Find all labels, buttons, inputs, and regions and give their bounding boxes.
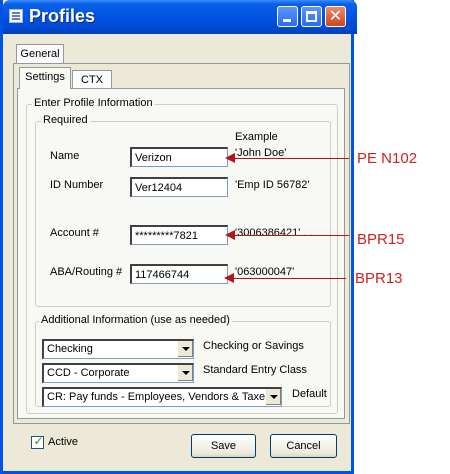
id-number-label: ID Number — [50, 179, 104, 191]
active-checkbox[interactable]: ✓ — [31, 434, 44, 449]
account-type-label: Checking or Savings — [203, 340, 304, 352]
profiles-window: Profiles ✕ General Settings CTX Enter Pr… — [0, 0, 357, 474]
id-number-example: 'Emp ID 56782' — [235, 179, 310, 191]
annotation-arrow-line — [235, 158, 349, 159]
minimize-button[interactable] — [277, 6, 298, 27]
annotation-account: BPR15 — [357, 231, 405, 248]
app-icon — [9, 9, 23, 23]
id-number-input[interactable]: Ver12404 — [130, 177, 228, 197]
tab-ctx[interactable]: CTX — [72, 70, 112, 89]
default-label: Default — [292, 388, 327, 400]
name-label: Name — [50, 150, 80, 162]
name-input[interactable]: Verizon — [130, 147, 228, 167]
checkmark-icon: ✓ — [33, 434, 44, 448]
cancel-button[interactable]: Cancel — [270, 434, 337, 458]
tab-ctx-label: CTX — [81, 74, 103, 86]
account-label: Account # — [50, 227, 99, 239]
annotation-arrow-line — [234, 278, 346, 279]
entry-class-select[interactable]: CCD - Corporate — [42, 363, 194, 383]
tab-general-label: General — [20, 48, 60, 60]
annotation-arrowhead — [224, 273, 234, 283]
maximize-button[interactable] — [301, 6, 322, 27]
active-label: Active — [48, 436, 78, 448]
annotation-arrowhead — [225, 230, 235, 240]
account-input[interactable]: *********7821 — [130, 225, 228, 245]
enter-profile-legend: Enter Profile Information — [32, 97, 155, 109]
account-example: '3006386421' . . — [235, 227, 313, 239]
annotation-arrow-line — [235, 235, 349, 236]
additional-legend: Additional Information (use as needed) — [39, 314, 232, 326]
annotation-name: PE N102 — [357, 150, 418, 167]
annotation-aba: BPR13 — [355, 270, 403, 287]
aba-label: ABA/Routing # — [50, 266, 123, 278]
chevron-down-icon[interactable] — [177, 341, 193, 357]
entry-class-label: Standard Entry Class — [203, 364, 307, 376]
aba-input[interactable]: 117466744 — [130, 264, 228, 284]
entry-class-value: CCD - Corporate — [47, 367, 130, 379]
required-legend: Required — [41, 114, 90, 126]
close-button[interactable]: ✕ — [325, 6, 346, 27]
chevron-down-icon[interactable] — [265, 389, 281, 405]
tab-settings-label: Settings — [25, 71, 65, 83]
window-title: Profiles — [29, 6, 96, 26]
chevron-down-icon[interactable] — [177, 365, 193, 381]
save-button[interactable]: Save — [191, 434, 256, 458]
example-header: Example — [235, 131, 278, 143]
tab-settings[interactable]: Settings — [19, 67, 71, 89]
title-bar[interactable]: Profiles ✕ — [3, 0, 357, 34]
default-select[interactable]: CR: Pay funds - Employees, Vendors & Tax… — [42, 387, 282, 407]
account-type-value: Checking — [47, 343, 93, 355]
account-type-select[interactable]: Checking — [42, 339, 194, 359]
annotation-arrowhead — [225, 153, 235, 163]
close-icon: ✕ — [328, 6, 343, 25]
tab-general[interactable]: General — [16, 44, 64, 64]
aba-example: '063000047' — [235, 266, 295, 278]
default-value: CR: Pay funds - Employees, Vendors & Tax… — [47, 391, 271, 403]
